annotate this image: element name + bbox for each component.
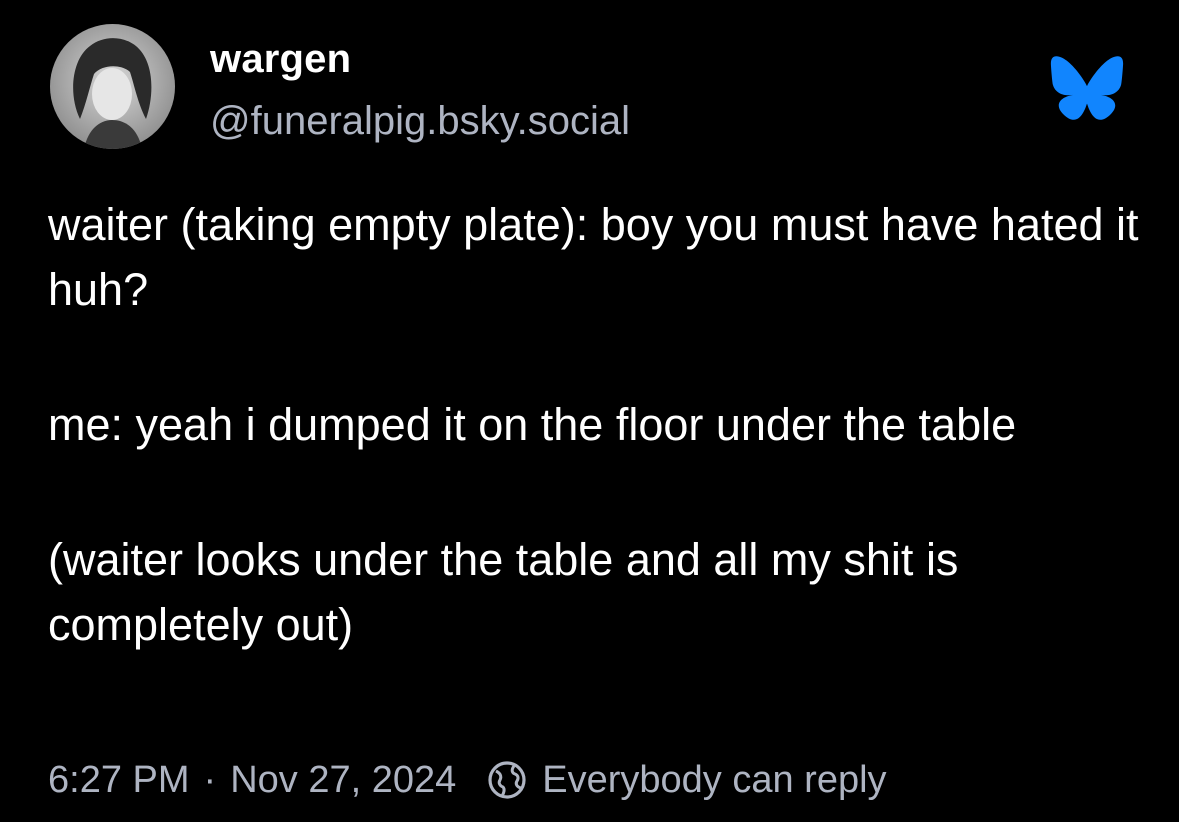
post-body: waiter (taking empty plate): boy you mus… xyxy=(48,192,1148,657)
footer-separator: · xyxy=(203,758,217,801)
avatar-image xyxy=(50,24,175,149)
post-date[interactable]: Nov 27, 2024 xyxy=(230,759,456,802)
post-footer: 6:27 PM · Nov 27, 2024 Everybody can rep… xyxy=(48,752,887,808)
post-paragraph: waiter (taking empty plate): boy you mus… xyxy=(48,199,1139,315)
author-handle[interactable]: @funeralpig.bsky.social xyxy=(210,96,630,146)
bluesky-butterfly-icon xyxy=(1049,55,1125,121)
reply-setting[interactable]: Everybody can reply xyxy=(542,759,886,802)
post-card: wargen @funeralpig.bsky.social waiter (t… xyxy=(0,0,1179,822)
globe-icon xyxy=(486,759,528,801)
post-paragraph: me: yeah i dumped it on the floor under … xyxy=(48,399,1017,450)
avatar[interactable] xyxy=(50,24,175,149)
post-paragraph: (waiter looks under the table and all my… xyxy=(48,534,959,650)
author-display-name[interactable]: wargen xyxy=(210,34,351,84)
post-time[interactable]: 6:27 PM xyxy=(48,759,190,802)
